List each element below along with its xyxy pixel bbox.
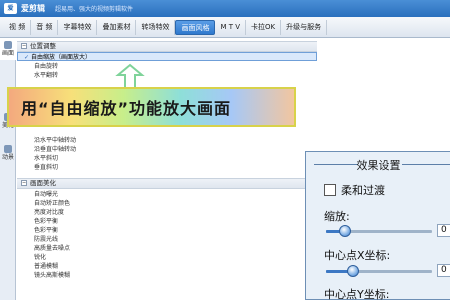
list-item-label: 自由缩放（画面放大） bbox=[31, 54, 92, 61]
app-logo-icon: 爱 bbox=[4, 3, 17, 14]
category-label: 画面美化 bbox=[30, 179, 56, 187]
soft-transition-option[interactable]: 柔和过渡 bbox=[324, 182, 385, 198]
slider-thumb[interactable] bbox=[339, 225, 352, 237]
list-item[interactable]: 防震光线 bbox=[17, 235, 317, 244]
tab-mtv[interactable]: M T V bbox=[215, 19, 247, 35]
tab-video[interactable]: 视 频 bbox=[4, 19, 32, 35]
list-item[interactable]: 水平翻转 bbox=[17, 71, 317, 80]
annotation-text: 用“自由缩放”功能放大画面 bbox=[21, 99, 232, 118]
collapse-icon[interactable]: − bbox=[21, 43, 27, 49]
left-tab-motion-label: 动景 bbox=[1, 154, 14, 161]
zoom-slider[interactable] bbox=[326, 225, 432, 237]
list-item[interactable]: 镜头高斯模糊 bbox=[17, 271, 317, 280]
divider bbox=[402, 164, 450, 165]
annotation-banner: 用“自由缩放”功能放大画面 bbox=[7, 87, 296, 127]
picture-icon bbox=[4, 41, 12, 49]
slider-thumb[interactable] bbox=[346, 265, 359, 277]
list-item[interactable]: 色彩平衡 bbox=[17, 217, 317, 226]
left-category-strip: 画面 美化 动景 bbox=[0, 38, 16, 300]
soft-transition-checkbox[interactable] bbox=[324, 184, 336, 196]
list-item[interactable]: 亮度对比度 bbox=[17, 208, 317, 217]
list-item[interactable]: 自由旋转 bbox=[17, 62, 317, 71]
tab-karaoke[interactable]: 卡拉OK bbox=[246, 19, 282, 35]
list-item[interactable]: 锐化 bbox=[17, 253, 317, 262]
zoom-label: 缩放: bbox=[324, 210, 350, 223]
list-item[interactable]: 普通模糊 bbox=[17, 262, 317, 271]
tab-picture-style[interactable]: 画面风格 bbox=[175, 19, 216, 35]
list-item[interactable]: 沿垂直中轴转动 bbox=[17, 145, 317, 154]
center-x-value-field[interactable]: 0 bbox=[437, 264, 450, 277]
app-name: 爱剪辑 bbox=[21, 4, 45, 13]
category-picture-beautify[interactable]: − 画面美化 bbox=[17, 178, 317, 189]
category-label: 位置调整 bbox=[30, 42, 56, 50]
title-bar: 爱 爱剪辑 超易用、强大的视频剪辑软件 bbox=[0, 0, 450, 17]
left-tab-picture-label: 画面 bbox=[1, 50, 14, 57]
tab-upgrade-service[interactable]: 升级与服务 bbox=[281, 19, 328, 35]
tab-transition-effects[interactable]: 转场特效 bbox=[136, 19, 176, 35]
soft-transition-label: 柔和过渡 bbox=[341, 184, 385, 197]
zoom-value-field[interactable]: 0 bbox=[437, 224, 450, 237]
list-item[interactable]: 沿水平中轴转动 bbox=[17, 136, 317, 145]
list-item[interactable]: 自动曝光 bbox=[17, 190, 317, 199]
effect-settings-panel: 效果设置 柔和过渡 缩放: 0 中心点X坐标: 0 中心点Y坐标: bbox=[305, 151, 450, 301]
list-item[interactable]: 色彩平衡 bbox=[17, 226, 317, 235]
list-item[interactable]: 自动矫正颜色 bbox=[17, 199, 317, 208]
left-tab-picture[interactable]: 画面 bbox=[0, 38, 16, 60]
center-x-slider[interactable] bbox=[326, 265, 432, 277]
motion-icon bbox=[4, 145, 12, 153]
center-x-label: 中心点X坐标: bbox=[324, 249, 391, 262]
main-tab-bar: 视 频 音 频 字幕特效 叠加素材 转场特效 画面风格 M T V 卡拉OK 升… bbox=[0, 17, 450, 38]
settings-title: 效果设置 bbox=[356, 159, 401, 172]
category-position-adjust[interactable]: − 位置调整 bbox=[17, 41, 317, 52]
tab-audio[interactable]: 音 频 bbox=[31, 19, 59, 35]
collapse-icon[interactable]: − bbox=[21, 180, 27, 186]
list-item[interactable]: 水平斜切 bbox=[17, 154, 317, 163]
list-item[interactable]: 垂直斜切 bbox=[17, 163, 317, 172]
app-slogan: 超易用、强大的视频剪辑软件 bbox=[55, 6, 134, 13]
tab-overlay-materials[interactable]: 叠加素材 bbox=[97, 19, 137, 35]
left-tab-motion[interactable]: 动景 bbox=[0, 142, 16, 164]
list-item[interactable]: 高质量去噪点 bbox=[17, 244, 317, 253]
check-icon: ✓ bbox=[24, 54, 30, 61]
list-item-free-zoom[interactable]: ✓ 自由缩放（画面放大） bbox=[17, 52, 317, 61]
tab-subtitle-effects[interactable]: 字幕特效 bbox=[58, 19, 98, 35]
